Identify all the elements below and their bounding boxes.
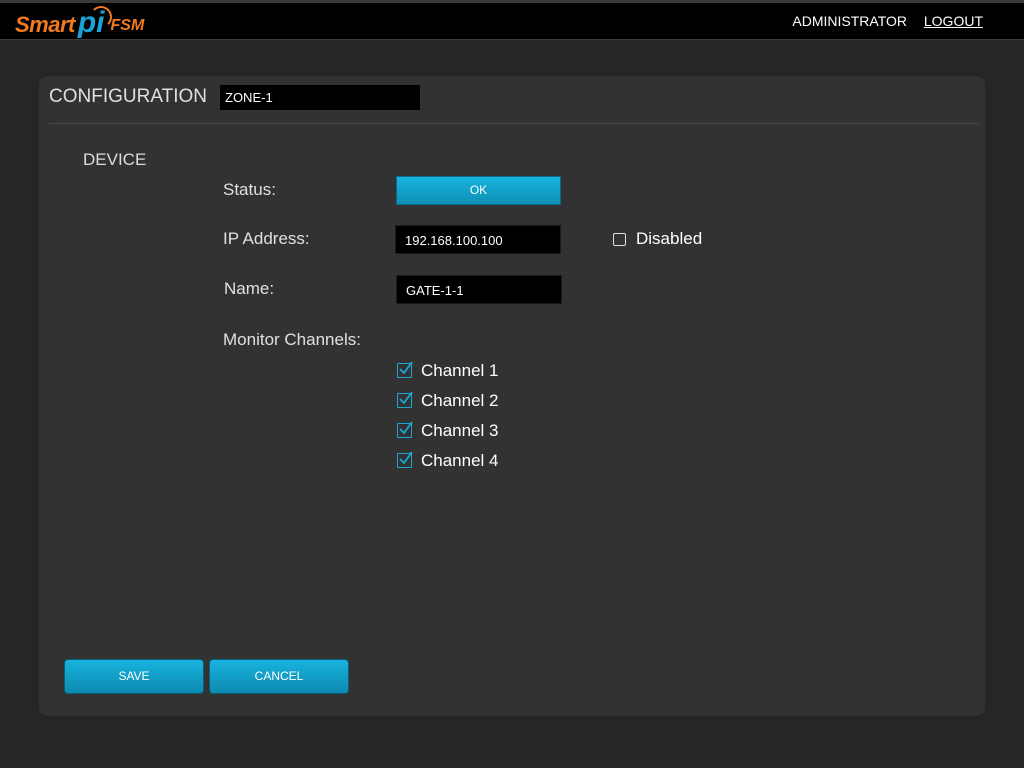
configuration-panel: CONFIGURATION ZONE-1 DEVICE Status: OK I… (39, 76, 985, 716)
page-title: CONFIGURATION (49, 86, 207, 107)
channel-4-label: Channel 4 (421, 451, 499, 470)
channel-1-label: Channel 1 (421, 361, 499, 380)
ip-address-input[interactable]: 192.168.100.100 (395, 225, 561, 254)
channel-2-label: Channel 2 (421, 391, 499, 410)
name-input[interactable]: GATE-1-1 (396, 275, 562, 304)
monitor-channels-label: Monitor Channels: (223, 330, 361, 349)
disabled-checkbox[interactable] (613, 233, 626, 246)
status-indicator: OK (396, 176, 561, 205)
user-label: ADMINISTRATOR (792, 13, 907, 29)
checkmark-icon (399, 361, 413, 375)
top-navbar: Smart pi FSM ADMINISTRATOR LOGOUT (0, 0, 1024, 40)
smartpi-fsm-logo: Smart pi FSM (15, 4, 144, 38)
status-label: Status: (223, 180, 276, 199)
checkmark-icon (399, 451, 413, 465)
channel-4-checkbox[interactable] (397, 451, 413, 468)
channel-1-checkbox[interactable] (397, 361, 413, 378)
divider (49, 123, 979, 124)
disabled-label: Disabled (636, 229, 703, 248)
checkmark-icon (399, 391, 413, 405)
logout-link[interactable]: LOGOUT (924, 13, 983, 29)
channel-2-checkbox[interactable] (397, 391, 413, 408)
ip-address-label: IP Address: (223, 229, 310, 248)
logo-pi-text: pi (78, 6, 112, 38)
device-section-label: DEVICE (83, 150, 147, 169)
cancel-button[interactable]: CANCEL (209, 659, 349, 694)
channel-3-label: Channel 3 (421, 421, 499, 440)
zone-name-field[interactable]: ZONE-1 (220, 85, 420, 110)
channel-3-checkbox[interactable] (397, 421, 413, 438)
logo-smart-text: Smart (15, 12, 75, 37)
save-button[interactable]: SAVE (64, 659, 204, 694)
name-label: Name: (224, 279, 275, 298)
checkmark-icon (399, 421, 413, 435)
logo-swoosh-icon (89, 6, 112, 28)
logo-fsm-text: FSM (110, 17, 145, 34)
